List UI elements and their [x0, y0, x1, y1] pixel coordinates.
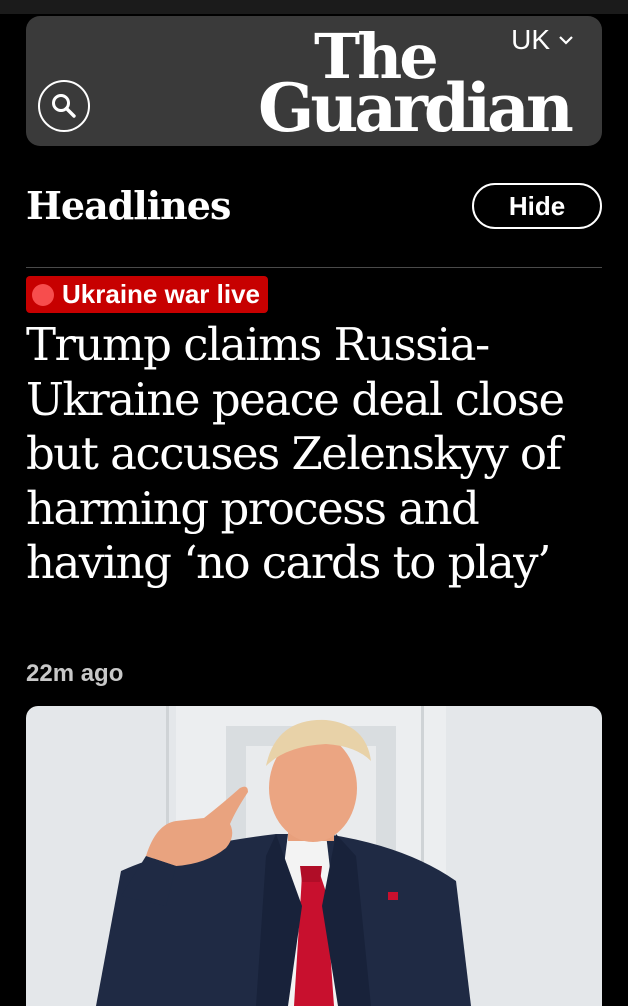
article-timestamp: 22m ago [26, 660, 124, 687]
section-title: Headlines [26, 183, 231, 228]
status-bar-strip [0, 0, 628, 14]
chevron-down-icon [559, 36, 573, 45]
edition-label: UK [511, 24, 550, 55]
edition-selector[interactable]: UK [511, 24, 574, 56]
live-kicker-badge[interactable]: Ukraine war live [26, 276, 268, 313]
kicker-label: Ukraine war live [62, 279, 260, 309]
section-divider [26, 267, 602, 268]
search-icon [52, 94, 76, 118]
search-button[interactable] [38, 80, 90, 132]
article-headline[interactable]: Trump claims Russia-Ukraine peace deal c… [26, 318, 602, 591]
photo-illustration [26, 706, 602, 1006]
live-dot-icon [32, 283, 54, 306]
hide-button[interactable]: Hide [472, 183, 602, 229]
article-photo[interactable] [26, 706, 602, 1006]
site-header: The Guardian UK [26, 16, 602, 146]
logo-guardian: Guardian [258, 69, 574, 147]
